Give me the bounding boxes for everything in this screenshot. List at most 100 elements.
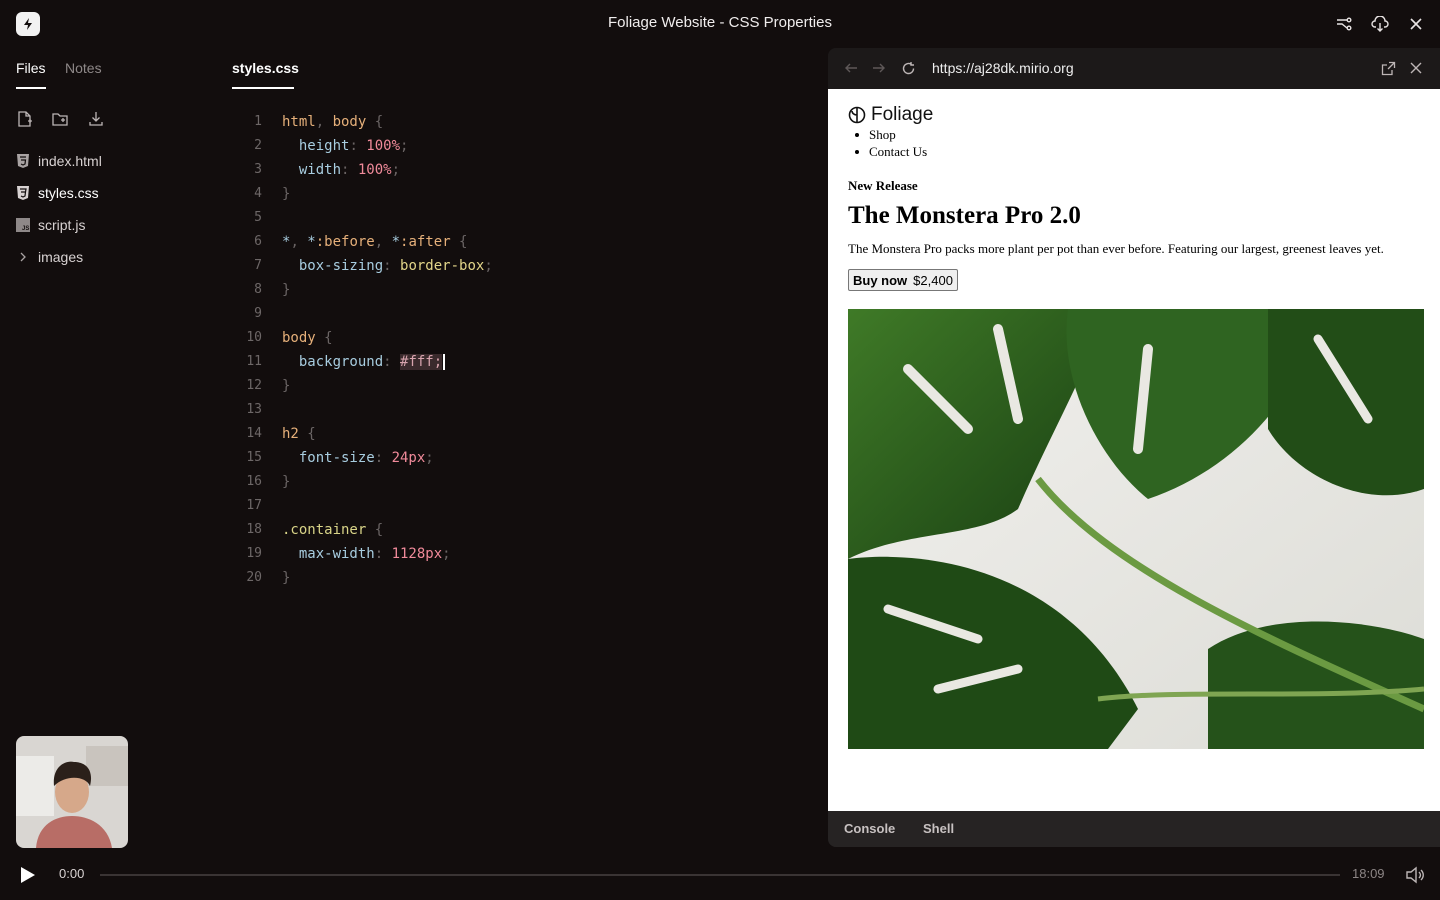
window-title: Foliage Website - CSS Properties — [608, 14, 832, 31]
file-item-script-js[interactable]: JS script.js — [16, 214, 85, 236]
code-token: html — [282, 114, 316, 130]
code-text: width: 100%; — [282, 158, 400, 182]
css3-icon — [16, 186, 30, 200]
webcam-video[interactable] — [16, 736, 128, 848]
line-number: 13 — [246, 402, 262, 417]
code-text: height: 100%; — [282, 134, 409, 158]
tab-console[interactable]: Console — [844, 821, 895, 836]
code-text: html, body { — [282, 110, 383, 134]
line-number: 5 — [254, 210, 262, 225]
code-token: max-width — [298, 546, 375, 562]
svg-text:JS: JS — [22, 226, 29, 232]
buy-now-label: Buy now — [853, 272, 908, 288]
code-token: { — [298, 426, 316, 442]
devtools-bar: Console Shell — [828, 811, 1440, 847]
line-number: 16 — [246, 474, 262, 489]
code-token: ; — [484, 258, 493, 274]
new-folder-icon[interactable] — [51, 110, 69, 128]
line-number: 4 — [254, 186, 262, 201]
code-token: : — [383, 354, 401, 370]
download-icon[interactable] — [87, 110, 105, 128]
code-token: ; — [400, 138, 409, 154]
code-token: 1128px — [391, 546, 443, 562]
product-headline: The Monstera Pro 2.0 — [848, 202, 1081, 229]
file-item-index-html[interactable]: index.html — [16, 150, 102, 172]
code-token: h2 — [282, 426, 299, 442]
code-token: , — [290, 234, 308, 250]
code-text: } — [282, 374, 290, 398]
code-token: * — [307, 234, 316, 250]
code-text: body { — [282, 326, 333, 350]
code-token: border-box — [400, 258, 485, 274]
buy-now-button[interactable]: Buy now $2,400 — [848, 269, 958, 291]
code-token: box-sizing — [298, 258, 384, 274]
site-logo-text: Foliage — [871, 104, 934, 125]
url-bar[interactable]: https://aj28dk.mirio.org — [932, 60, 1074, 76]
tab-notes[interactable]: Notes — [65, 60, 102, 76]
nav-link-contact[interactable]: Contact Us — [855, 144, 927, 160]
cloud-download-icon[interactable] — [1370, 14, 1390, 34]
leaf-logo-icon — [848, 106, 866, 124]
code-text: font-size: 24px; — [282, 446, 434, 470]
bullet — [855, 150, 859, 154]
line-number: 15 — [246, 450, 262, 465]
tab-shell[interactable]: Shell — [923, 821, 954, 836]
code-text: } — [282, 182, 290, 206]
code-token: ; — [425, 450, 434, 466]
line-number: 1 — [254, 114, 262, 129]
code-token: #fff; — [400, 354, 443, 370]
code-token: :after — [400, 234, 451, 250]
volume-icon[interactable] — [1404, 864, 1426, 886]
file-name: styles.css — [38, 185, 99, 201]
close-icon[interactable] — [1406, 14, 1426, 34]
playback-progress-bar[interactable] — [100, 874, 1340, 876]
site-logo[interactable]: Foliage — [848, 104, 933, 126]
code-token: 100% — [366, 138, 401, 154]
code-token: { — [366, 522, 384, 538]
chevron-right-icon — [16, 250, 30, 264]
line-number: 11 — [246, 354, 262, 369]
line-number: 2 — [254, 138, 262, 153]
code-token: ; — [391, 162, 401, 178]
code-text: *, *:before, *:after { — [282, 230, 467, 254]
code-token: 24px — [391, 450, 426, 466]
share-network-icon[interactable] — [1334, 14, 1354, 34]
line-number: 10 — [246, 330, 262, 345]
code-token: : — [349, 138, 367, 154]
line-number: 18 — [246, 522, 262, 537]
code-token: height — [298, 138, 350, 154]
line-number: 19 — [246, 546, 262, 561]
play-icon[interactable] — [16, 864, 38, 886]
tab-files[interactable]: Files — [16, 60, 46, 89]
code-token: ; — [442, 546, 451, 562]
code-token: : — [341, 162, 358, 178]
folder-name: images — [38, 249, 84, 265]
folder-item-images[interactable]: images — [16, 246, 83, 268]
open-external-icon[interactable] — [1379, 59, 1397, 77]
forward-arrow-icon[interactable] — [870, 59, 888, 77]
line-number: 8 — [254, 282, 262, 297]
file-item-styles-css[interactable]: styles.css — [16, 182, 99, 204]
back-arrow-icon[interactable] — [842, 59, 860, 77]
code-text: box-sizing: border-box; — [282, 254, 493, 278]
text-cursor — [443, 354, 445, 370]
line-number: 12 — [246, 378, 262, 393]
code-text: .container { — [282, 518, 383, 542]
html5-icon — [16, 154, 30, 168]
nav-link-shop[interactable]: Shop — [855, 127, 896, 143]
browser-toolbar: https://aj28dk.mirio.org — [828, 48, 1440, 88]
code-token: body — [282, 330, 316, 346]
line-number: 7 — [254, 258, 262, 273]
code-text: max-width: 1128px; — [282, 542, 451, 566]
refresh-icon[interactable] — [899, 59, 917, 77]
new-file-icon[interactable] — [16, 110, 34, 128]
code-token: { — [450, 234, 468, 250]
code-text: } — [282, 470, 290, 494]
tab-styles-css[interactable]: styles.css — [232, 60, 299, 89]
total-duration: 18:09 — [1352, 866, 1385, 881]
close-preview-icon[interactable] — [1407, 59, 1425, 77]
code-token: , — [374, 234, 392, 250]
